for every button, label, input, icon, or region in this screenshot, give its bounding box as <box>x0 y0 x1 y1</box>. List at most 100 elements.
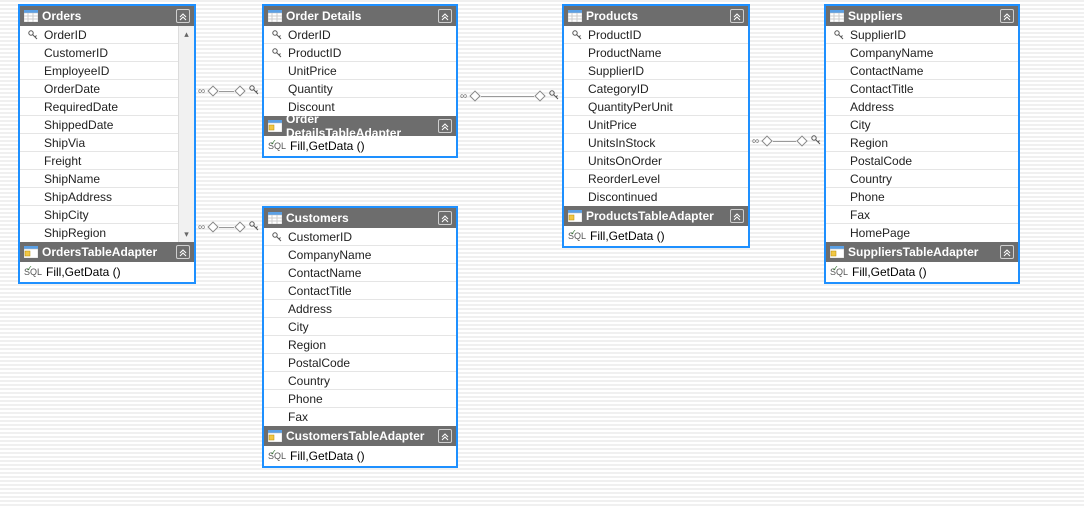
relationship-connector[interactable]: ∞ <box>750 140 824 142</box>
adapter-method-row[interactable]: SQLFill,GetData () <box>20 262 194 282</box>
column-row[interactable]: ProductID <box>264 44 456 62</box>
table-orderDetails[interactable]: Order Details OrderIDProductIDUnitPriceQu… <box>262 4 458 158</box>
column-row[interactable]: ContactName <box>264 264 456 282</box>
table-title: Order Details <box>286 9 434 23</box>
adapter-header[interactable]: CustomersTableAdapter <box>264 426 456 446</box>
column-row[interactable]: PostalCode <box>826 152 1018 170</box>
relationship-connector[interactable]: ∞ <box>458 95 562 97</box>
column-row[interactable]: SupplierID <box>564 62 748 80</box>
collapse-icon[interactable] <box>730 9 744 23</box>
column-row[interactable]: Fax <box>826 206 1018 224</box>
column-row[interactable]: ShipRegion <box>20 224 178 242</box>
column-row[interactable]: Discontinued <box>564 188 748 206</box>
primary-key-icon <box>268 231 286 243</box>
column-row[interactable]: PostalCode <box>264 354 456 372</box>
column-row[interactable]: ContactName <box>826 62 1018 80</box>
column-row[interactable]: ContactTitle <box>826 80 1018 98</box>
scroll-up-icon[interactable]: ▴ <box>179 26 194 42</box>
column-row[interactable]: Fax <box>264 408 456 426</box>
table-products[interactable]: ProductsProductIDProductNameSupplierIDCa… <box>562 4 750 248</box>
relationship-connector[interactable]: ∞ <box>196 226 262 228</box>
column-row[interactable]: EmployeeID <box>20 62 178 80</box>
table-suppliers[interactable]: SuppliersSupplierIDCompanyNameContactNam… <box>824 4 1020 284</box>
column-row[interactable]: UnitPrice <box>564 116 748 134</box>
column-row[interactable]: HomePage <box>826 224 1018 242</box>
column-row[interactable]: ProductID <box>564 26 748 44</box>
column-name: ShipCity <box>42 207 178 223</box>
adapter-header[interactable]: OrdersTableAdapter <box>20 242 194 262</box>
column-row[interactable]: City <box>826 116 1018 134</box>
column-row[interactable]: ReorderLevel <box>564 170 748 188</box>
table-header[interactable]: Order Details <box>264 6 456 26</box>
relationship-connector[interactable]: ∞ <box>196 90 262 92</box>
scroll-down-icon[interactable]: ▾ <box>179 226 194 242</box>
adapter-method: Fill,GetData () <box>290 139 365 153</box>
column-row[interactable]: QuantityPerUnit <box>564 98 748 116</box>
collapse-icon[interactable] <box>176 245 190 259</box>
column-row[interactable]: RequiredDate <box>20 98 178 116</box>
table-header[interactable]: Customers <box>264 208 456 228</box>
column-row[interactable]: Region <box>264 336 456 354</box>
column-row[interactable]: SupplierID <box>826 26 1018 44</box>
adapter-title: SuppliersTableAdapter <box>848 245 996 259</box>
column-row[interactable]: UnitPrice <box>264 62 456 80</box>
table-title: Customers <box>286 211 434 225</box>
column-row[interactable]: Phone <box>264 390 456 408</box>
column-row[interactable]: CustomerID <box>20 44 178 62</box>
collapse-icon[interactable] <box>1000 9 1014 23</box>
collapse-icon[interactable] <box>438 211 452 225</box>
relation-diamond-icon <box>234 85 245 96</box>
adapter-method-row[interactable]: SQLFill,GetData () <box>826 262 1018 282</box>
table-header[interactable]: Orders <box>20 6 194 26</box>
table-header[interactable]: Suppliers <box>826 6 1018 26</box>
column-name: ContactTitle <box>848 81 1018 97</box>
column-row[interactable]: CompanyName <box>826 44 1018 62</box>
table-orders[interactable]: OrdersOrderIDCustomerIDEmployeeIDOrderDa… <box>18 4 196 284</box>
column-row[interactable]: Phone <box>826 188 1018 206</box>
adapter-method-row[interactable]: SQLFill,GetData () <box>264 446 456 466</box>
column-name: OrderDate <box>42 81 178 97</box>
collapse-icon[interactable] <box>438 9 452 23</box>
column-row[interactable]: ContactTitle <box>264 282 456 300</box>
column-row[interactable]: CustomerID <box>264 228 456 246</box>
table-header[interactable]: Products <box>564 6 748 26</box>
column-name: SupplierID <box>848 27 1018 43</box>
column-row[interactable]: Country <box>826 170 1018 188</box>
column-row[interactable]: City <box>264 318 456 336</box>
column-name: ShippedDate <box>42 117 178 133</box>
table-customers[interactable]: Customers CustomerIDCompanyNameContactNam… <box>262 206 458 468</box>
collapse-icon[interactable] <box>176 9 190 23</box>
column-row[interactable]: Country <box>264 372 456 390</box>
column-row[interactable]: CompanyName <box>264 246 456 264</box>
relation-diamond-icon <box>207 221 218 232</box>
column-row[interactable]: ShipVia <box>20 134 178 152</box>
column-row[interactable]: OrderID <box>264 26 456 44</box>
collapse-icon[interactable] <box>438 119 452 133</box>
column-row[interactable]: Address <box>826 98 1018 116</box>
column-row[interactable]: OrderID <box>20 26 178 44</box>
collapse-icon[interactable] <box>438 429 452 443</box>
adapter-header[interactable]: ProductsTableAdapter <box>564 206 748 226</box>
column-row[interactable]: OrderDate <box>20 80 178 98</box>
column-row[interactable]: Freight <box>20 152 178 170</box>
adapter-header[interactable]: SuppliersTableAdapter <box>826 242 1018 262</box>
column-row[interactable]: Quantity <box>264 80 456 98</box>
column-row[interactable]: CategoryID <box>564 80 748 98</box>
adapter-header[interactable]: Order DetailsTableAdapter <box>264 116 456 136</box>
adapter-method-row[interactable]: SQLFill,GetData () <box>264 136 456 156</box>
column-row[interactable]: ProductName <box>564 44 748 62</box>
primary-key-icon <box>24 29 42 41</box>
adapter-method-row[interactable]: SQLFill,GetData () <box>564 226 748 246</box>
column-row[interactable]: ShipName <box>20 170 178 188</box>
column-row[interactable]: UnitsOnOrder <box>564 152 748 170</box>
scrollbar[interactable]: ▴▾ <box>178 26 194 242</box>
column-row[interactable]: ShipCity <box>20 206 178 224</box>
column-row[interactable]: ShippedDate <box>20 116 178 134</box>
column-row[interactable]: Region <box>826 134 1018 152</box>
collapse-icon[interactable] <box>730 209 744 223</box>
column-name: UnitsInStock <box>586 135 748 151</box>
column-row[interactable]: ShipAddress <box>20 188 178 206</box>
collapse-icon[interactable] <box>1000 245 1014 259</box>
column-row[interactable]: Address <box>264 300 456 318</box>
column-row[interactable]: UnitsInStock <box>564 134 748 152</box>
